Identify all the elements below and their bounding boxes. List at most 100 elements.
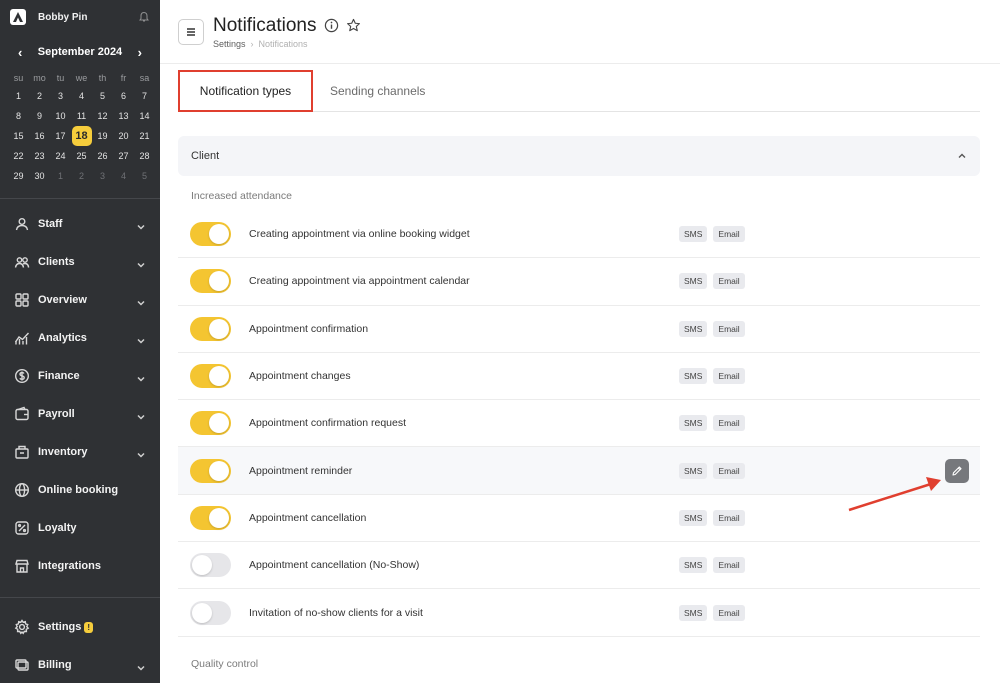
tab-bar: Notification types Sending channels bbox=[178, 70, 980, 112]
sidebar-item-overview[interactable]: Overview bbox=[0, 281, 160, 319]
calendar-day[interactable]: 7 bbox=[134, 86, 155, 106]
toggle-knob bbox=[192, 555, 212, 576]
menu-toggle-button[interactable] bbox=[178, 18, 204, 45]
tab-notification-types[interactable]: Notification types bbox=[178, 70, 313, 112]
channel-chip-email[interactable]: Email bbox=[713, 462, 745, 479]
channel-chip-sms[interactable]: SMS bbox=[679, 273, 708, 290]
calendar-day[interactable]: 17 bbox=[50, 126, 71, 146]
sidebar-item-loyalty[interactable]: Loyalty bbox=[0, 509, 160, 547]
calendar-day[interactable]: 4 bbox=[113, 166, 134, 186]
channel-chip-sms[interactable]: SMS bbox=[679, 557, 708, 574]
calendar-day[interactable]: 12 bbox=[92, 106, 113, 126]
notification-toggle[interactable] bbox=[190, 269, 231, 294]
calendar-day[interactable]: 1 bbox=[8, 86, 29, 106]
calendar-day[interactable]: 16 bbox=[29, 126, 50, 146]
calendar-day[interactable]: 20 bbox=[113, 126, 134, 146]
calendar-day[interactable]: 4 bbox=[71, 86, 92, 106]
calendar-day[interactable]: 6 bbox=[113, 86, 134, 106]
notification-toggle[interactable] bbox=[190, 505, 231, 530]
calendar-day[interactable]: 5 bbox=[134, 166, 155, 186]
channel-chip-sms[interactable]: SMS bbox=[679, 604, 708, 621]
notification-toggle[interactable] bbox=[190, 553, 231, 578]
sidebar-item-online-booking[interactable]: Online booking bbox=[0, 471, 160, 509]
app-logo-icon[interactable] bbox=[10, 9, 26, 25]
notification-toggle[interactable] bbox=[190, 458, 231, 483]
group-label-increased-attendance: Increased attendance bbox=[191, 190, 292, 202]
tab-sending-channels[interactable]: Sending channels bbox=[313, 70, 442, 112]
calendar-day[interactable]: 22 bbox=[8, 146, 29, 166]
sidebar-item-billing[interactable]: Billing bbox=[0, 646, 160, 683]
sidebar-item-settings[interactable]: Settings! bbox=[0, 608, 160, 646]
calendar-day[interactable]: 25 bbox=[71, 146, 92, 166]
channel-chip-email[interactable]: Email bbox=[713, 415, 745, 432]
sidebar-item-analytics[interactable]: Analytics bbox=[0, 319, 160, 357]
notification-toggle[interactable] bbox=[190, 411, 231, 436]
calendar-day[interactable]: 30 bbox=[29, 166, 50, 186]
info-icon[interactable] bbox=[324, 18, 339, 33]
gear-icon bbox=[14, 619, 30, 635]
channel-chip-sms[interactable]: SMS bbox=[679, 462, 708, 479]
sidebar-item-inventory[interactable]: Inventory bbox=[0, 433, 160, 471]
channel-chip-email[interactable]: Email bbox=[713, 509, 745, 526]
notification-toggle[interactable] bbox=[190, 316, 231, 341]
channel-chip-email[interactable]: Email bbox=[713, 273, 745, 290]
sidebar-item-staff[interactable]: Staff bbox=[0, 205, 160, 243]
chevron-down-icon bbox=[136, 447, 146, 458]
channel-chip-sms[interactable]: SMS bbox=[679, 320, 708, 337]
calendar-day[interactable]: 9 bbox=[29, 106, 50, 126]
channel-chip-sms[interactable]: SMS bbox=[679, 509, 708, 526]
calendar-day[interactable]: 2 bbox=[71, 166, 92, 186]
calendar-next-button[interactable]: › bbox=[138, 45, 142, 60]
channel-chip-sms[interactable]: SMS bbox=[679, 226, 708, 243]
channel-chip-email[interactable]: Email bbox=[713, 604, 745, 621]
sidebar-item-label: Payroll bbox=[38, 408, 75, 420]
billing-icon bbox=[14, 657, 30, 673]
chevron-up-icon[interactable] bbox=[957, 151, 967, 161]
notification-toggle[interactable] bbox=[190, 222, 231, 247]
notification-toggle[interactable] bbox=[190, 364, 231, 389]
calendar-day[interactable]: 10 bbox=[50, 106, 71, 126]
calendar-day[interactable]: 13 bbox=[113, 106, 134, 126]
user-name[interactable]: Bobby Pin bbox=[38, 12, 138, 23]
channel-chip-sms[interactable]: SMS bbox=[679, 368, 708, 385]
calendar-day[interactable]: 27 bbox=[113, 146, 134, 166]
calendar-day[interactable]: 24 bbox=[50, 146, 71, 166]
star-icon[interactable] bbox=[346, 18, 361, 33]
sidebar-item-payroll[interactable]: Payroll bbox=[0, 395, 160, 433]
notification-toggle[interactable] bbox=[190, 600, 231, 625]
section-header-client[interactable]: Client bbox=[178, 136, 980, 176]
calendar-day[interactable]: 29 bbox=[8, 166, 29, 186]
channel-chip-email[interactable]: Email bbox=[713, 368, 745, 385]
calendar-day[interactable]: 21 bbox=[134, 126, 155, 146]
notification-row: Appointment confirmation SMS Email bbox=[178, 306, 980, 353]
calendar-prev-button[interactable]: ‹ bbox=[18, 45, 22, 60]
calendar-day[interactable]: 15 bbox=[8, 126, 29, 146]
bell-icon[interactable] bbox=[138, 11, 150, 23]
sidebar-item-integrations[interactable]: Integrations bbox=[0, 547, 160, 585]
calendar-day[interactable]: 14 bbox=[134, 106, 155, 126]
toggle-knob bbox=[209, 460, 229, 481]
breadcrumb-settings[interactable]: Settings bbox=[213, 39, 246, 49]
calendar-day[interactable]: 26 bbox=[92, 146, 113, 166]
calendar-day[interactable]: 3 bbox=[92, 166, 113, 186]
edit-notification-button[interactable] bbox=[945, 458, 969, 483]
calendar-day[interactable]: 8 bbox=[8, 106, 29, 126]
sidebar-item-clients[interactable]: Clients bbox=[0, 243, 160, 281]
calendar-day[interactable]: 5 bbox=[92, 86, 113, 106]
calendar-day[interactable]: 2 bbox=[29, 86, 50, 106]
channel-chip-email[interactable]: Email bbox=[713, 226, 745, 243]
calendar-day[interactable]: 18 bbox=[71, 126, 92, 146]
channel-chip-email[interactable]: Email bbox=[713, 557, 745, 574]
calendar-day[interactable]: 28 bbox=[134, 146, 155, 166]
calendar-day[interactable]: 11 bbox=[71, 106, 92, 126]
calendar-day[interactable]: 19 bbox=[92, 126, 113, 146]
calendar-day[interactable]: 3 bbox=[50, 86, 71, 106]
calendar-day[interactable]: 1 bbox=[50, 166, 71, 186]
channel-chip-sms[interactable]: SMS bbox=[679, 415, 708, 432]
calendar-day-today[interactable]: 18 bbox=[71, 126, 92, 146]
calendar-day[interactable]: 23 bbox=[29, 146, 50, 166]
toggle-knob bbox=[209, 366, 229, 387]
channel-chip-email[interactable]: Email bbox=[713, 320, 745, 337]
sidebar-item-finance[interactable]: Finance bbox=[0, 357, 160, 395]
calendar-weekday: mo bbox=[33, 73, 46, 83]
